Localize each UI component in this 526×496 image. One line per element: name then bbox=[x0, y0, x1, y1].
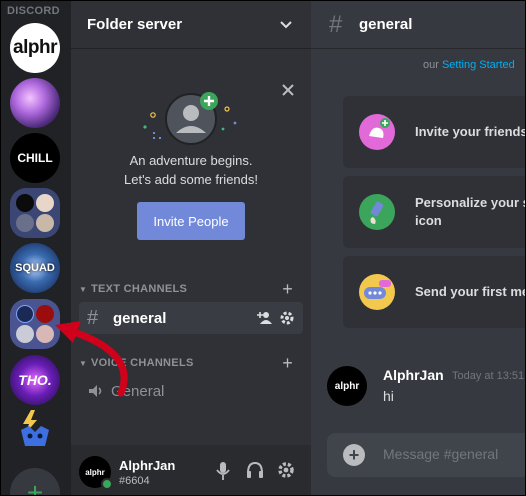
server-squad-label: SQUAD bbox=[15, 262, 55, 274]
server-chill[interactable]: CHILL bbox=[10, 133, 60, 183]
user-name: AlphrJan bbox=[119, 458, 176, 473]
personalize-icon bbox=[359, 194, 395, 230]
add-text-channel-icon[interactable]: + bbox=[282, 279, 293, 300]
server-squad[interactable]: SQUAD bbox=[10, 243, 60, 293]
onboarding-first-message-card[interactable]: Send your first mes bbox=[343, 256, 526, 328]
headphones-icon[interactable] bbox=[246, 461, 264, 479]
add-friend-illustration-icon bbox=[143, 92, 237, 145]
category-text-label: TEXT CHANNELS bbox=[91, 283, 188, 295]
microphone-icon[interactable] bbox=[215, 461, 231, 481]
channel-general-label: general bbox=[113, 309, 167, 327]
caret-down-icon: ▼ bbox=[79, 358, 88, 368]
server-tho-label: THO. bbox=[18, 372, 52, 388]
onboarding-personalize-card[interactable]: Personalize your se icon bbox=[343, 176, 526, 248]
invite-text-line2: Let's add some friends! bbox=[124, 172, 258, 187]
category-voice-label: VOICE CHANNELS bbox=[91, 357, 194, 369]
channel-title: general bbox=[359, 16, 413, 33]
welcome-text-fragment: our Setting Started bbox=[423, 59, 515, 71]
channel-header: # general bbox=[311, 1, 525, 49]
welcome-text: our bbox=[423, 59, 439, 71]
bolt-logo-icon bbox=[21, 410, 49, 446]
message-author[interactable]: AlphrJan bbox=[383, 367, 444, 383]
getting-started-link[interactable]: Setting Started bbox=[442, 59, 515, 71]
server-bolt[interactable] bbox=[15, 408, 55, 448]
category-voice-channels[interactable]: ▼ VOICE CHANNELS + bbox=[79, 353, 303, 374]
server-chill-label: CHILL bbox=[17, 151, 53, 165]
first-message-icon bbox=[359, 274, 395, 310]
app-title: DISCORD bbox=[7, 5, 60, 17]
category-text-channels[interactable]: ▼ TEXT CHANNELS + bbox=[79, 279, 303, 300]
composer-placeholder: Message #general bbox=[383, 446, 499, 462]
settings-gear-icon[interactable] bbox=[279, 310, 295, 326]
personalize-label-line1: Personalize your se bbox=[415, 195, 526, 210]
server-rail: alphr CHILL SQUAD THO. + bbox=[1, 23, 71, 495]
caret-down-icon: ▼ bbox=[79, 284, 88, 294]
invite-text-line1: An adventure begins. bbox=[129, 153, 253, 168]
user-settings-gear-icon[interactable] bbox=[277, 461, 295, 479]
hash-icon: # bbox=[87, 306, 99, 329]
message-timestamp: Today at 13:51 bbox=[452, 370, 525, 382]
title-bar: DISCORD bbox=[1, 1, 71, 23]
server-name: Folder server bbox=[87, 16, 183, 33]
invite-friends-label: Invite your friends bbox=[415, 124, 526, 139]
close-icon[interactable] bbox=[281, 83, 295, 97]
invite-card: An adventure begins. Let's add some frie… bbox=[71, 73, 311, 253]
message-text: hi bbox=[383, 388, 394, 404]
user-panel: alphr AlphrJan #6604 bbox=[71, 445, 311, 495]
hash-icon: # bbox=[329, 11, 343, 38]
channel-voice-general-label: General bbox=[111, 382, 165, 400]
chevron-down-icon[interactable] bbox=[279, 18, 293, 32]
attach-plus-icon[interactable]: + bbox=[343, 444, 365, 466]
channel-general[interactable]: # general bbox=[79, 302, 303, 334]
server-folder-2[interactable] bbox=[10, 299, 60, 349]
speaker-icon bbox=[89, 385, 102, 397]
channel-voice-general[interactable]: General bbox=[79, 375, 303, 407]
message-avatar[interactable]: alphr bbox=[327, 366, 367, 406]
online-status-indicator bbox=[101, 478, 113, 490]
invite-people-button[interactable]: Invite People bbox=[137, 202, 245, 240]
message-composer[interactable]: + Message #general bbox=[327, 433, 525, 477]
add-server-button[interactable]: + bbox=[10, 468, 60, 495]
first-message-label: Send your first mes bbox=[415, 284, 526, 299]
server-header[interactable]: Folder server bbox=[71, 1, 311, 49]
server-alphr[interactable]: alphr bbox=[10, 23, 60, 73]
server-alphr-label: alphr bbox=[13, 37, 57, 58]
personalize-label-line2: icon bbox=[415, 213, 442, 228]
server-folder-1[interactable] bbox=[10, 188, 60, 238]
add-member-icon[interactable] bbox=[257, 310, 273, 326]
server-anime[interactable] bbox=[10, 78, 60, 128]
onboarding-invite-card[interactable]: Invite your friends bbox=[343, 96, 526, 168]
channel-sidebar: Folder server An adventure begins. Let's… bbox=[71, 1, 311, 495]
server-tho[interactable]: THO. bbox=[10, 355, 60, 405]
add-voice-channel-icon[interactable]: + bbox=[282, 353, 293, 374]
chat-area: # general our Setting Started Invite you… bbox=[311, 1, 526, 495]
discord-window: DISCORD alphr CHILL SQUAD THO. + Folder … bbox=[0, 0, 526, 496]
invite-friends-icon bbox=[359, 114, 395, 150]
user-tag: #6604 bbox=[119, 475, 150, 487]
